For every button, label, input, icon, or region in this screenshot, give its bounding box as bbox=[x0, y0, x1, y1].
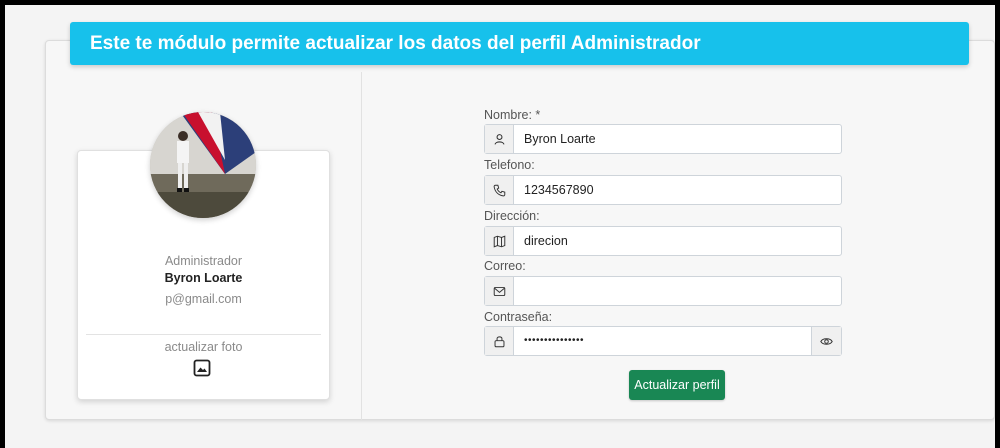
phone-input[interactable]: 1234567890 bbox=[514, 176, 841, 204]
password-label: Contraseña: bbox=[484, 310, 553, 324]
map-icon bbox=[485, 227, 514, 255]
name-input[interactable]: Byron Loarte bbox=[514, 125, 841, 153]
update-photo-label: actualizar foto bbox=[164, 340, 243, 354]
page-title: Este te módulo permite actualizar los da… bbox=[70, 22, 969, 65]
phone-label: Telefono: bbox=[484, 158, 535, 172]
user-icon bbox=[485, 125, 514, 153]
column-divider bbox=[361, 72, 362, 420]
phone-icon bbox=[485, 176, 514, 204]
avatar bbox=[150, 112, 256, 218]
name-field[interactable]: Byron Loarte bbox=[484, 124, 842, 154]
address-label: Dirección: bbox=[484, 209, 540, 223]
email-input[interactable] bbox=[514, 277, 841, 305]
name-label: Nombre: * bbox=[484, 108, 541, 122]
lock-icon bbox=[485, 327, 514, 355]
profile-divider bbox=[86, 334, 321, 335]
email-field[interactable] bbox=[484, 276, 842, 306]
update-profile-button[interactable]: Actualizar perfil bbox=[629, 370, 725, 400]
profile-email: p@gmail.com bbox=[165, 292, 242, 306]
profile-photo bbox=[150, 112, 256, 218]
profile-role: Administrador bbox=[164, 254, 243, 268]
address-field[interactable]: direcion bbox=[484, 226, 842, 256]
email-label: Correo: bbox=[484, 259, 526, 273]
password-input[interactable]: ••••••••••••••• bbox=[514, 327, 811, 355]
password-field[interactable]: ••••••••••••••• bbox=[484, 326, 842, 356]
envelope-icon bbox=[485, 277, 514, 305]
address-input[interactable]: direcion bbox=[514, 227, 841, 255]
phone-field[interactable]: 1234567890 bbox=[484, 175, 842, 205]
profile-name: Byron Loarte bbox=[164, 271, 243, 285]
image-icon[interactable] bbox=[193, 359, 211, 377]
eye-icon[interactable] bbox=[811, 327, 841, 355]
